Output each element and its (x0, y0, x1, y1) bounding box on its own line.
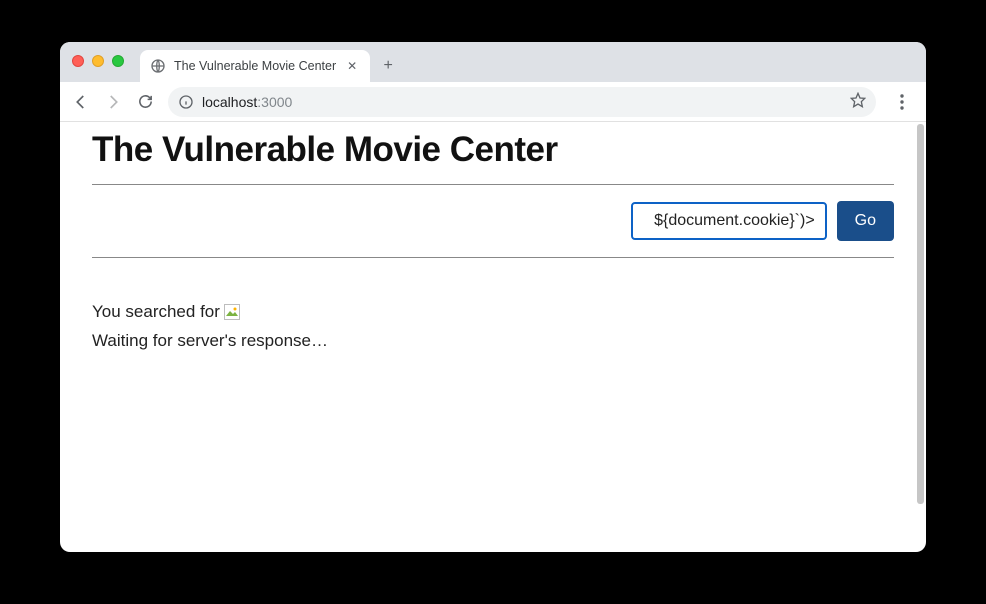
browser-menu-button[interactable] (884, 87, 920, 117)
browser-window: The Vulnerable Movie Center ✕ + localhos… (60, 42, 926, 552)
browser-toolbar: localhost:3000 (60, 82, 926, 122)
back-button[interactable] (66, 87, 96, 117)
go-button[interactable]: Go (837, 201, 894, 241)
search-form: Go (92, 185, 894, 257)
reload-button[interactable] (130, 87, 160, 117)
url-port: :3000 (257, 94, 292, 110)
forward-button[interactable] (98, 87, 128, 117)
browser-tab-active[interactable]: The Vulnerable Movie Center ✕ (140, 50, 370, 82)
tab-strip: The Vulnerable Movie Center ✕ + (60, 42, 926, 82)
search-input[interactable] (631, 202, 827, 240)
searched-for-label: You searched for (92, 298, 220, 327)
window-controls (72, 55, 124, 67)
url-host: localhost (202, 94, 257, 110)
minimize-window-button[interactable] (92, 55, 104, 67)
globe-icon (150, 58, 166, 74)
page-title: The Vulnerable Movie Center (92, 130, 894, 170)
tab-title: The Vulnerable Movie Center (174, 59, 336, 73)
bookmark-star-icon[interactable] (850, 92, 866, 111)
divider (92, 257, 894, 258)
close-tab-button[interactable]: ✕ (344, 59, 360, 73)
scrollbar-thumb[interactable] (917, 124, 924, 504)
maximize-window-button[interactable] (112, 55, 124, 67)
tabs: The Vulnerable Movie Center ✕ + (140, 42, 402, 82)
site-info-icon[interactable] (178, 94, 194, 110)
broken-image-icon (224, 304, 240, 320)
url-text: localhost:3000 (202, 94, 292, 110)
address-bar[interactable]: localhost:3000 (168, 87, 876, 117)
new-tab-button[interactable]: + (374, 52, 402, 80)
close-window-button[interactable] (72, 55, 84, 67)
results-area: You searched for Waiting for server's re… (92, 298, 894, 356)
viewport: The Vulnerable Movie Center Go You searc… (60, 122, 926, 552)
waiting-text: Waiting for server's response… (92, 327, 894, 356)
page-content: The Vulnerable Movie Center Go You searc… (60, 122, 926, 552)
